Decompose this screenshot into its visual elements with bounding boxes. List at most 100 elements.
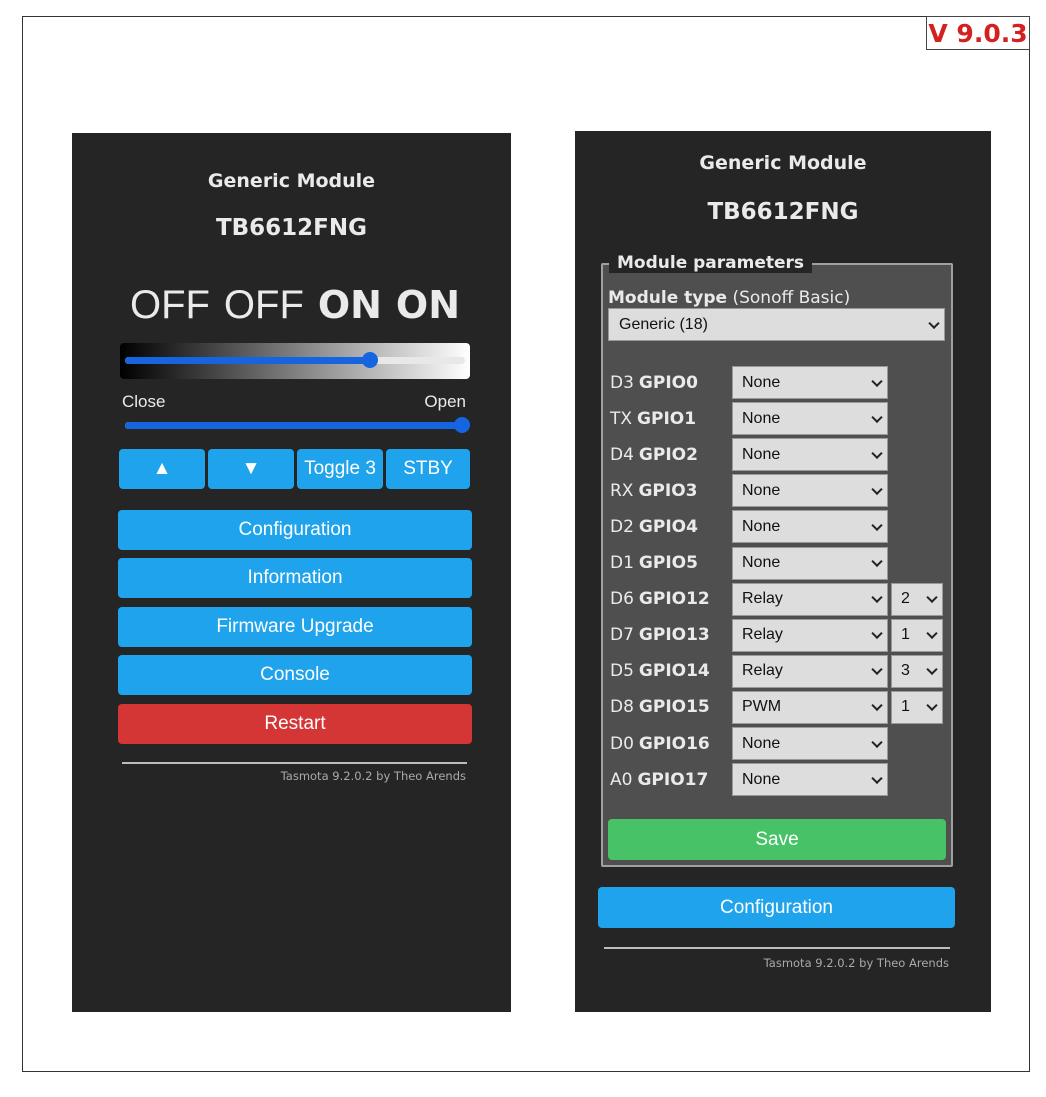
power-states: OFF OFF ON ON bbox=[130, 283, 460, 328]
gpio-index-value: 1 bbox=[901, 698, 910, 716]
gpio-index-select[interactable]: 2 bbox=[891, 582, 943, 616]
gpio-row: D5 GPIO14 Relay 3 bbox=[610, 654, 950, 688]
dimmer-slider[interactable] bbox=[120, 343, 470, 379]
configuration-button[interactable]: Configuration bbox=[118, 510, 472, 550]
gpio-function-value: None bbox=[742, 373, 781, 391]
shutter-handle[interactable] bbox=[453, 417, 470, 433]
gpio-row: D1 GPIO5 None bbox=[610, 546, 950, 580]
chevron-down-icon bbox=[926, 700, 938, 712]
chevron-down-icon bbox=[871, 772, 883, 784]
power-state-1: OFF bbox=[130, 283, 210, 327]
gpio-prefix: D3 bbox=[610, 372, 634, 393]
gpio-function-select[interactable]: None bbox=[732, 510, 888, 544]
gpio-function-select[interactable]: None bbox=[732, 474, 888, 508]
gpio-row: D2 GPIO4 None bbox=[610, 510, 950, 544]
shutter-up-button[interactable]: ▲ bbox=[119, 449, 205, 489]
module-type-select[interactable]: Generic (18) bbox=[608, 308, 945, 341]
gpio-index-select[interactable]: 1 bbox=[891, 618, 943, 652]
gpio-name: GPIO2 bbox=[638, 444, 698, 465]
power-state-2: OFF bbox=[223, 283, 304, 327]
gpio-label: D8 GPIO15 bbox=[610, 691, 710, 724]
gpio-prefix: D2 bbox=[610, 516, 634, 537]
configuration-button[interactable]: Configuration bbox=[598, 887, 955, 928]
gpio-name: GPIO17 bbox=[637, 769, 709, 790]
gpio-label: D3 GPIO0 bbox=[610, 366, 698, 399]
shutter-down-button[interactable]: ▼ bbox=[208, 449, 294, 489]
gpio-function-value: Relay bbox=[742, 662, 783, 680]
gpio-prefix: D8 bbox=[610, 697, 634, 718]
restart-button[interactable]: Restart bbox=[118, 704, 472, 744]
gpio-prefix: D1 bbox=[610, 553, 634, 573]
gpio-prefix: D4 bbox=[610, 444, 634, 465]
gpio-function-select[interactable]: Relay bbox=[732, 582, 888, 616]
gpio-index-select[interactable]: 3 bbox=[891, 654, 943, 688]
module-type-hint: (Sonoff Basic) bbox=[732, 288, 851, 308]
save-button[interactable]: Save bbox=[608, 819, 946, 860]
gpio-name: GPIO0 bbox=[638, 372, 698, 393]
gpio-function-value: None bbox=[742, 481, 781, 499]
gpio-function-select[interactable]: None bbox=[732, 546, 888, 580]
gpio-function-value: Relay bbox=[742, 590, 783, 608]
chevron-down-icon bbox=[871, 519, 883, 531]
footer-text: Tasmota 9.2.0.2 by Theo Arends bbox=[280, 769, 466, 783]
gpio-label: D5 GPIO14 bbox=[610, 655, 710, 688]
footer-text: Tasmota 9.2.0.2 by Theo Arends bbox=[763, 956, 949, 970]
chevron-down-icon bbox=[928, 317, 940, 329]
gpio-index-value: 1 bbox=[901, 626, 910, 644]
gpio-name: GPIO12 bbox=[638, 589, 710, 610]
gpio-function-select[interactable]: None bbox=[732, 727, 888, 760]
gpio-row: A0 GPIO17 None bbox=[610, 763, 950, 797]
gpio-prefix: D6 bbox=[610, 589, 634, 610]
gpio-function-select[interactable]: PWM bbox=[732, 690, 888, 724]
stby-button[interactable]: STBY bbox=[386, 449, 470, 489]
gpio-name: GPIO15 bbox=[638, 697, 710, 718]
gpio-function-select[interactable]: Relay bbox=[732, 654, 888, 688]
gpio-name: GPIO13 bbox=[638, 625, 710, 646]
gpio-index-select[interactable]: 1 bbox=[891, 690, 943, 724]
console-button[interactable]: Console bbox=[118, 655, 472, 695]
gpio-label: D7 GPIO13 bbox=[610, 619, 710, 652]
gpio-function-value: PWM bbox=[742, 698, 782, 716]
version-label: V 9.0.3 bbox=[926, 16, 1030, 50]
chevron-down-icon bbox=[871, 411, 883, 423]
gpio-prefix: D5 bbox=[610, 661, 634, 682]
gpio-label: D0 GPIO16 bbox=[610, 727, 710, 760]
footer-divider bbox=[122, 762, 467, 764]
chevron-down-icon bbox=[871, 700, 883, 712]
slider-label-close: Close bbox=[122, 392, 166, 411]
chevron-down-icon bbox=[871, 627, 883, 640]
module-config-panel: Generic Module TB6612FNG Module paramete… bbox=[575, 131, 991, 1012]
gpio-row: D0 GPIO16 None bbox=[610, 727, 950, 760]
gpio-row: D6 GPIO12 Relay 2 bbox=[610, 582, 950, 616]
information-button[interactable]: Information bbox=[118, 558, 472, 598]
gpio-label: D4 GPIO2 bbox=[610, 438, 698, 471]
gpio-function-select[interactable]: None bbox=[732, 763, 888, 797]
gpio-name: GPIO1 bbox=[637, 408, 697, 429]
gpio-row: D3 GPIO0 None bbox=[610, 366, 950, 399]
shutter-slider[interactable] bbox=[125, 417, 470, 433]
toggle-3-button[interactable]: Toggle 3 bbox=[297, 449, 383, 489]
gpio-function-select[interactable]: None bbox=[732, 402, 888, 436]
gpio-index-value: 3 bbox=[901, 662, 910, 680]
power-state-3: ON bbox=[317, 283, 382, 327]
firmware-upgrade-button[interactable]: Firmware Upgrade bbox=[118, 607, 472, 647]
gpio-function-value: None bbox=[742, 517, 781, 535]
gpio-name: GPIO5 bbox=[638, 553, 698, 573]
dimmer-handle[interactable] bbox=[361, 352, 378, 368]
chevron-down-icon bbox=[926, 627, 938, 640]
gpio-function-select[interactable]: None bbox=[732, 438, 888, 472]
chevron-down-icon bbox=[926, 591, 938, 604]
gpio-name: GPIO4 bbox=[638, 516, 698, 537]
chevron-down-icon bbox=[871, 555, 883, 568]
gpio-label: A0 GPIO17 bbox=[610, 763, 708, 796]
gpio-function-select[interactable]: Relay bbox=[732, 618, 888, 652]
dimmer-track[interactable] bbox=[125, 352, 465, 368]
gpio-name: GPIO16 bbox=[638, 733, 710, 754]
gpio-prefix: RX bbox=[610, 480, 634, 501]
gpio-label: D1 GPIO5 bbox=[610, 547, 698, 580]
module-type-title: Module type bbox=[608, 288, 728, 308]
gpio-function-select[interactable]: None bbox=[732, 366, 888, 399]
gpio-label: RX GPIO3 bbox=[610, 474, 698, 507]
chevron-down-icon bbox=[871, 375, 883, 387]
gpio-function-value: None bbox=[742, 734, 781, 752]
